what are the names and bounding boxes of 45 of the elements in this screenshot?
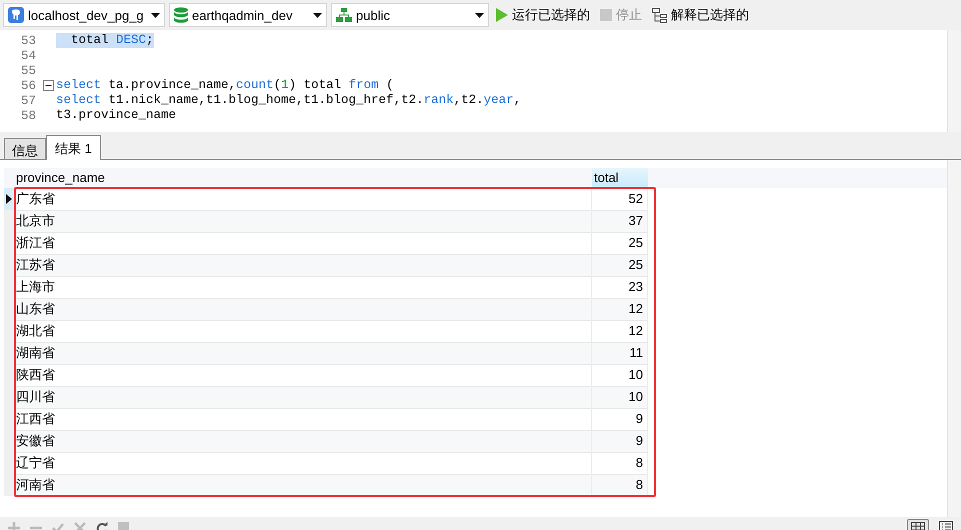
table-cell: 11: [592, 342, 648, 365]
line-number: 55: [20, 64, 37, 78]
column-header[interactable]: province_name: [14, 168, 592, 188]
connection-dropdown[interactable]: localhost_dev_pg_g: [3, 3, 165, 27]
table-cell: 37: [592, 210, 648, 233]
table-cell: 12: [592, 298, 648, 321]
table-cell: 25: [592, 254, 648, 277]
table-cell: 10: [592, 386, 648, 409]
scrollbar[interactable]: [947, 160, 961, 517]
current-row-arrow-icon: [6, 194, 12, 204]
table-cell: 四川省: [14, 386, 592, 409]
table-cell: 8: [592, 474, 648, 497]
line-number: 53: [20, 34, 37, 48]
caret-icon: [475, 12, 484, 18]
toolbar-button[interactable]: 运行已选择的: [493, 3, 593, 27]
code-line: t3.province_name: [56, 108, 176, 123]
code-line: select ta.province_name,count(1) total from (: [56, 78, 394, 93]
table-cell: 北京市: [14, 210, 592, 233]
fold-icon[interactable]: [42, 80, 54, 91]
caret-icon: [313, 12, 322, 18]
table-cell: 9: [592, 430, 648, 453]
code-line: select t1.nick_name,t1.blog_home,t1.blog_href,t2.rank,t2.year,: [56, 93, 522, 108]
tree-diagram-icon: [652, 8, 667, 22]
result-tab[interactable]: 信息: [4, 138, 46, 159]
database-icon: [174, 7, 188, 23]
play-icon: [496, 8, 508, 22]
schema-icon: [336, 8, 352, 22]
toolbar-button[interactable]: 解释已选择的: [649, 3, 752, 27]
result-tab[interactable]: 结果 1: [46, 135, 101, 160]
caret-icon: [151, 12, 160, 18]
scrollbar[interactable]: [947, 30, 961, 132]
line-number: 58: [20, 108, 37, 122]
row-indicator[interactable]: [4, 188, 14, 211]
table-cell: 河南省: [14, 474, 592, 497]
stop-icon: [600, 9, 612, 21]
table-cell: 安徽省: [14, 430, 592, 453]
table-cell: 江苏省: [14, 254, 592, 277]
line-number: 57: [20, 94, 37, 108]
table-cell: 湖南省: [14, 342, 592, 365]
table-cell: 山东省: [14, 298, 592, 321]
schema-dropdown[interactable]: public: [331, 3, 489, 27]
column-header[interactable]: total: [592, 168, 648, 188]
line-number: 54: [20, 48, 37, 62]
database-dropdown[interactable]: earthqadmin_dev: [169, 3, 327, 27]
line-number: 56: [20, 78, 37, 92]
